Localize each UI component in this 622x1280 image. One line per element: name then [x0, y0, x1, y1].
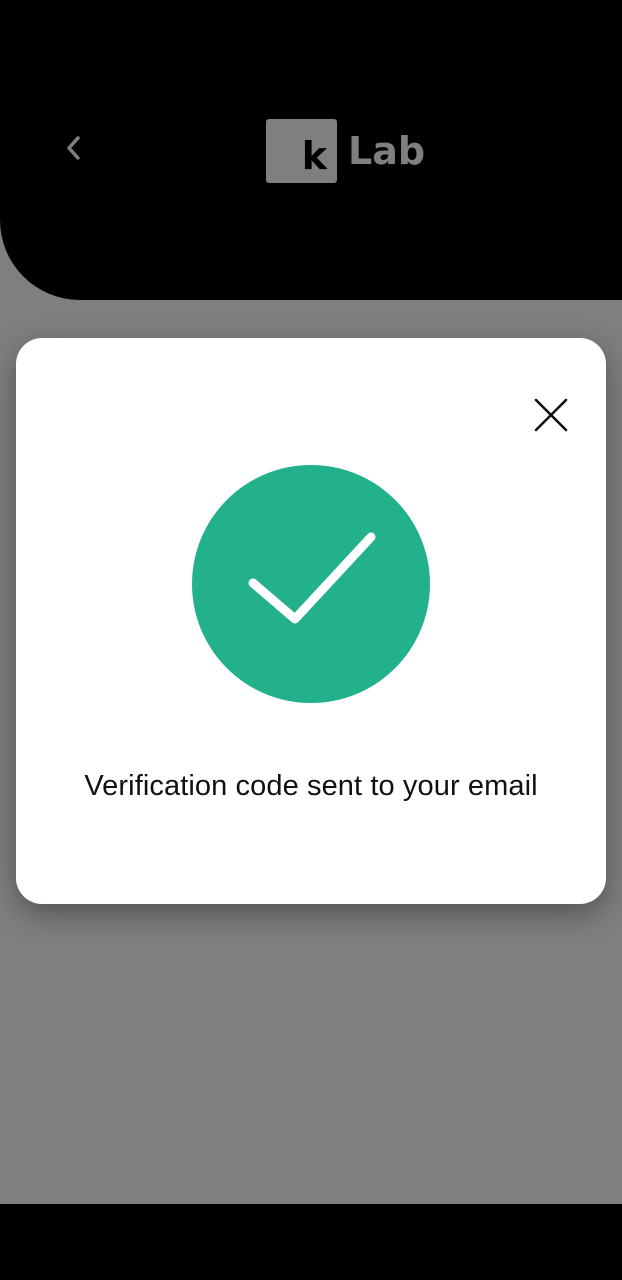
close-icon [533, 397, 569, 438]
success-message: Verification code sent to your email [84, 770, 538, 802]
success-badge [192, 465, 430, 703]
checkmark-icon [241, 527, 381, 642]
screen: k Lab Verification code sent to yo [0, 0, 622, 1280]
success-dialog: Verification code sent to your email [16, 338, 606, 904]
system-nav-bar [0, 1204, 622, 1280]
close-button[interactable] [528, 394, 574, 440]
